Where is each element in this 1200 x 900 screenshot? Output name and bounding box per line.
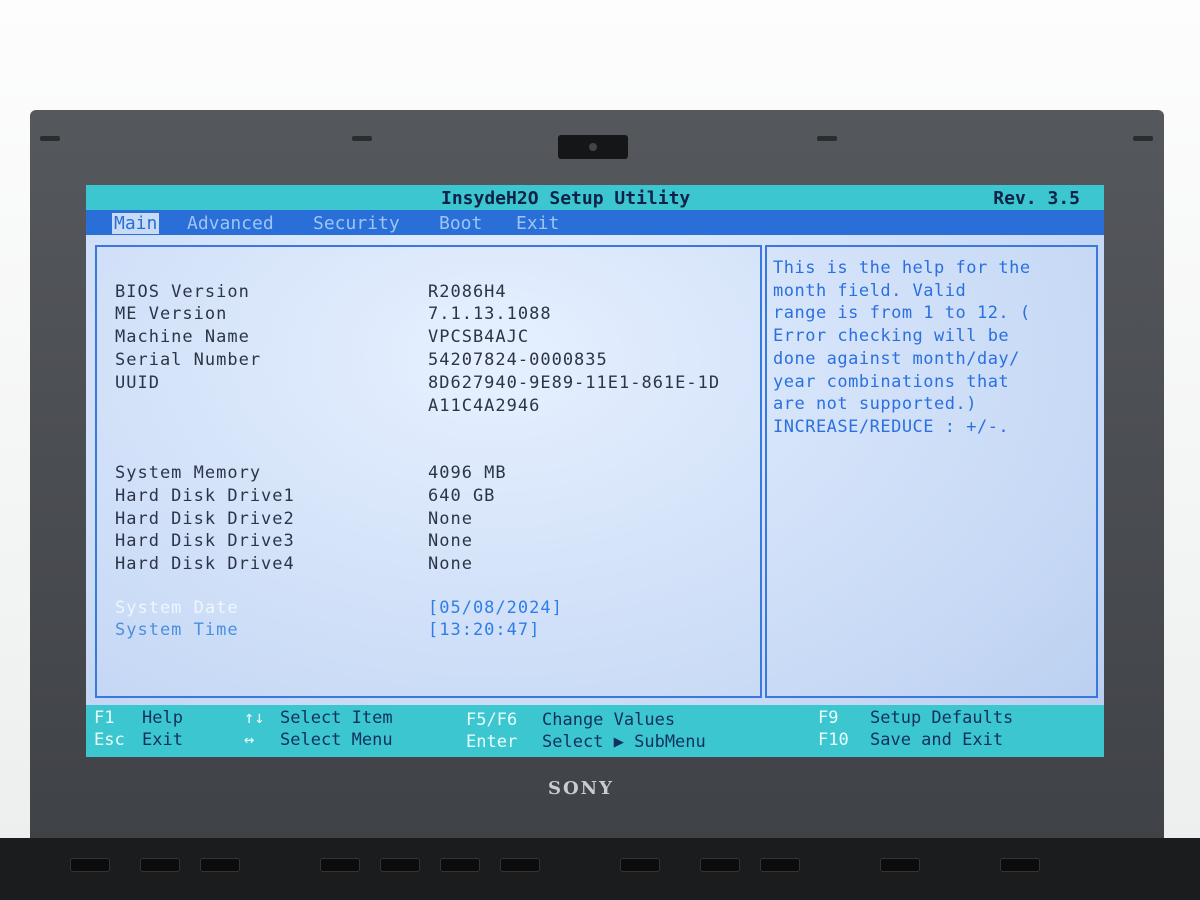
key <box>620 858 660 872</box>
serial-number-label: Serial Number <box>115 350 262 370</box>
key-f1-desc: Help <box>142 708 183 728</box>
help-line: year combinations that <box>773 371 1010 392</box>
key-esc-desc: Exit <box>142 730 183 750</box>
bezel-bumper <box>1133 136 1153 141</box>
bios-title: InsydeH2O Setup Utility <box>441 188 691 209</box>
hdd1-value: 640 GB <box>428 486 496 506</box>
key <box>1000 858 1040 872</box>
hdd4-label: Hard Disk Drive4 <box>115 554 295 574</box>
system-memory-label: System Memory <box>115 463 262 483</box>
key <box>70 858 110 872</box>
bezel-bumper <box>352 136 372 141</box>
bios-version-value: R2086H4 <box>428 282 507 302</box>
system-time-field[interactable]: [13:20:47] <box>428 620 540 640</box>
help-line: done against month/day/ <box>773 348 1020 369</box>
uuid-value: 8D627940-9E89-11E1-861E-1D <box>428 373 721 393</box>
machine-name-value: VPCSB4AJC <box>428 327 530 347</box>
bios-version-label: BIOS Version <box>115 282 250 302</box>
key-f1: F1 <box>94 708 115 728</box>
key <box>380 858 420 872</box>
main-pane: BIOS Version R2086H4 ME Version 7.1.13.1… <box>95 245 762 698</box>
hdd4-value: None <box>428 554 473 574</box>
key-f5f6-desc: Change Values <box>542 710 676 730</box>
tab-main[interactable]: Main <box>112 213 160 234</box>
bezel-bumper <box>817 136 837 141</box>
system-date-label[interactable]: System Date <box>115 598 239 618</box>
key-updown-desc: Select Item <box>280 708 393 728</box>
key-f5f6: F5/F6 <box>466 710 518 730</box>
help-line: Error checking will be <box>773 326 1010 347</box>
key-esc: Esc <box>94 730 125 750</box>
key <box>500 858 540 872</box>
key-f9: F9 <box>818 708 839 728</box>
key-leftright: ↔ <box>244 730 255 750</box>
tab-boot[interactable]: Boot <box>439 213 482 234</box>
key <box>320 858 360 872</box>
webcam <box>558 135 628 159</box>
help-line: This is the help for the <box>773 258 1031 278</box>
key-f9-desc: Setup Defaults <box>870 708 1014 728</box>
help-line: month field. Valid <box>773 280 967 301</box>
bios-revision: Rev. 3.5 <box>993 188 1080 209</box>
hdd3-value: None <box>428 531 473 551</box>
key-leftright-desc: Select Menu <box>280 730 393 750</box>
title-bar: InsydeH2O Setup Utility Rev. 3.5 <box>86 185 1104 210</box>
system-date-field[interactable]: [05/08/2024] <box>428 598 563 618</box>
me-version-value: 7.1.13.1088 <box>428 304 552 324</box>
key-legend: F1 Help Esc Exit ↑↓ Select Item ↔ Select… <box>86 705 1104 757</box>
key <box>700 858 740 872</box>
tab-exit[interactable]: Exit <box>516 213 559 234</box>
hdd3-label: Hard Disk Drive3 <box>115 531 295 551</box>
hdd1-label: Hard Disk Drive1 <box>115 486 295 506</box>
menu-bar: Main Advanced Security Boot Exit <box>86 210 1104 235</box>
key <box>200 858 240 872</box>
help-line: INCREASE/REDUCE : +/-. <box>773 416 1010 437</box>
uuid-label: UUID <box>115 373 160 393</box>
hdd2-label: Hard Disk Drive2 <box>115 509 295 529</box>
key <box>880 858 920 872</box>
help-line: are not supported.) <box>773 394 977 415</box>
key <box>760 858 800 872</box>
tab-security[interactable]: Security <box>313 213 400 234</box>
key-updown: ↑↓ <box>244 708 265 728</box>
key-f10-desc: Save and Exit <box>870 730 1004 750</box>
bezel-bumper <box>40 136 60 141</box>
me-version-label: ME Version <box>115 304 228 324</box>
tab-advanced[interactable]: Advanced <box>187 213 274 234</box>
key-enter-desc: Select ▶ SubMenu <box>542 732 706 752</box>
system-memory-value: 4096 MB <box>428 463 507 483</box>
system-time-label[interactable]: System Time <box>115 620 239 640</box>
sony-logo: SONY <box>548 778 614 799</box>
help-line: range is from 1 to 12. ( <box>773 303 1031 324</box>
help-pane: This is the help for the month field. Va… <box>765 245 1098 698</box>
serial-number-value: 54207824-0000835 <box>428 350 608 370</box>
bios-screen: InsydeH2O Setup Utility Rev. 3.5 Main Ad… <box>86 185 1104 757</box>
keyboard <box>0 838 1200 900</box>
key-enter: Enter <box>466 732 518 752</box>
key-f10: F10 <box>818 730 849 750</box>
machine-name-label: Machine Name <box>115 327 250 347</box>
hdd2-value: None <box>428 509 473 529</box>
uuid-value-cont: A11C4A2946 <box>428 396 541 416</box>
key <box>440 858 480 872</box>
key <box>140 858 180 872</box>
